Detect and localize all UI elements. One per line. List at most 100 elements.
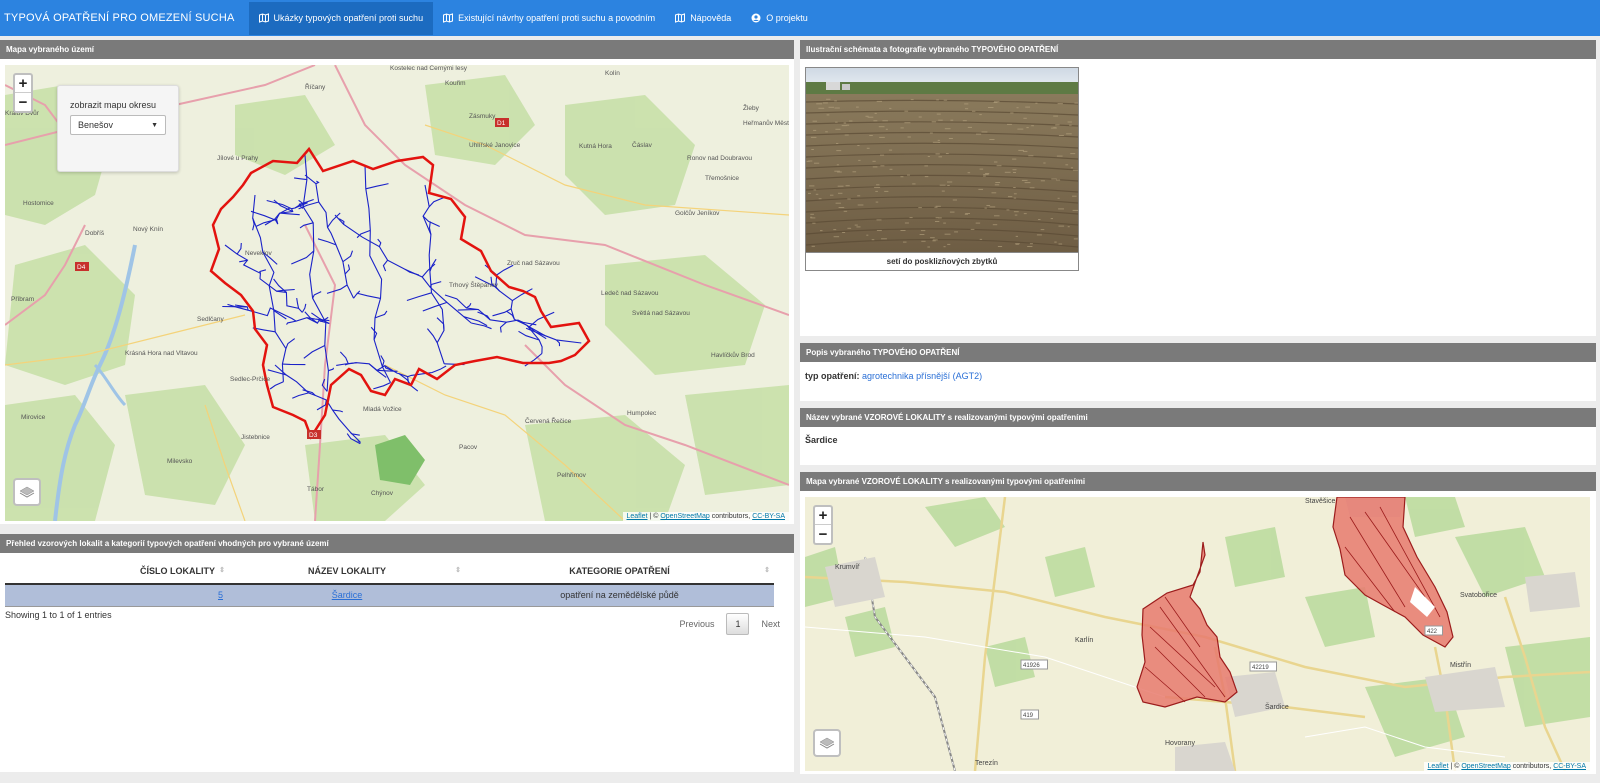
stubble-mark bbox=[1028, 155, 1034, 157]
stubble-mark bbox=[930, 237, 935, 239]
locality-number-link[interactable]: 5 bbox=[218, 590, 223, 600]
nav-item-label: Existující návrhy opatření proti suchu a… bbox=[458, 13, 656, 23]
stubble-mark bbox=[903, 241, 907, 243]
stubble-mark bbox=[857, 145, 860, 146]
stubble-mark bbox=[1040, 229, 1045, 231]
stubble-mark bbox=[1008, 196, 1013, 198]
stubble-mark bbox=[834, 100, 837, 102]
stubble-mark bbox=[866, 234, 869, 236]
locality-name-value: Šardice bbox=[805, 435, 838, 445]
measure-type-value[interactable]: agrotechnika přísnější (AGT2) bbox=[862, 371, 982, 381]
stubble-mark bbox=[833, 229, 837, 231]
stubble-mark bbox=[918, 207, 922, 209]
place-label: 422 bbox=[1427, 629, 1438, 635]
stubble-mark bbox=[989, 139, 995, 140]
place-label: Humpolec bbox=[627, 410, 657, 417]
stubble-mark bbox=[865, 115, 869, 117]
river bbox=[484, 264, 543, 354]
stubble-mark bbox=[941, 190, 945, 192]
stubble-mark bbox=[975, 222, 981, 224]
nav-item-o-projektu[interactable]: O projektu bbox=[741, 2, 818, 35]
app-brand[interactable]: TYPOVÁ OPATŘENÍ PRO OMEZENÍ SUCHA bbox=[0, 2, 249, 35]
place-label: Krásná Hora nad Vltavou bbox=[125, 350, 198, 357]
river bbox=[304, 174, 355, 299]
stubble-mark bbox=[871, 239, 875, 241]
measure-photo[interactable] bbox=[806, 68, 1078, 252]
license-link[interactable]: CC-BY-SA bbox=[1553, 763, 1586, 770]
stubble-mark bbox=[811, 245, 815, 247]
stubble-mark bbox=[984, 207, 987, 209]
stubble-mark bbox=[838, 192, 843, 194]
stubble-mark bbox=[986, 205, 991, 206]
river-branch bbox=[276, 288, 295, 292]
osm-link[interactable]: OpenStreetMap bbox=[1461, 763, 1510, 770]
stubble-mark bbox=[1067, 121, 1072, 123]
zoom-in-button[interactable]: + bbox=[815, 507, 831, 525]
stubble-mark bbox=[1069, 124, 1072, 126]
stubble-mark bbox=[1073, 238, 1078, 240]
place-label: D4 bbox=[77, 264, 86, 271]
stubble-mark bbox=[1058, 208, 1064, 210]
previous-button[interactable]: Previous bbox=[671, 613, 722, 635]
attribution-contrib: contributors, bbox=[1510, 763, 1554, 770]
leaflet-link[interactable]: Leaflet bbox=[627, 513, 648, 520]
river-branch bbox=[499, 321, 507, 333]
stubble-mark bbox=[874, 186, 881, 188]
page-button-1[interactable]: 1 bbox=[726, 613, 750, 635]
nav-item-navrhy[interactable]: Existující návrhy opatření proti suchu a… bbox=[433, 2, 665, 35]
district-select[interactable]: Benešov ▼ bbox=[70, 115, 166, 135]
stubble-mark bbox=[945, 153, 949, 154]
map-panel-title: Mapa vybraného území bbox=[0, 40, 794, 59]
nav-item-ukazky[interactable]: Ukázky typových opatření proti suchu bbox=[248, 1, 434, 35]
stubble-mark bbox=[830, 194, 834, 196]
zoom-out-button[interactable]: − bbox=[15, 93, 31, 111]
column-header-kategorie[interactable]: KATEGORIE OPATŘENÍ ⇕ bbox=[465, 558, 774, 585]
column-header-cislo[interactable]: ČÍSLO LOKALITY ⇕ bbox=[5, 558, 229, 585]
stubble-mark bbox=[837, 171, 842, 173]
stubble-mark bbox=[1017, 128, 1024, 130]
stubble-mark bbox=[950, 119, 954, 121]
zoom-out-button[interactable]: − bbox=[815, 525, 831, 543]
stubble-mark bbox=[1051, 178, 1057, 180]
region-map[interactable]: Říčany Kostelec nad Černými lesy Kouřim Kol… bbox=[5, 65, 789, 521]
river-branch bbox=[428, 196, 447, 208]
locality-map-canvas[interactable]: Krumvíř Stavěšice Svatobořice Karlín Mistřín… bbox=[805, 497, 1590, 771]
stubble-mark bbox=[1074, 102, 1078, 104]
next-button[interactable]: Next bbox=[753, 613, 788, 635]
layers-button[interactable] bbox=[13, 478, 41, 506]
place-label: D3 bbox=[309, 432, 318, 439]
place-label: Sedlec-Prčice bbox=[230, 376, 270, 383]
stubble-mark bbox=[1012, 169, 1017, 171]
locality-name-link[interactable]: Šardice bbox=[332, 590, 363, 600]
stubble-mark bbox=[878, 126, 885, 128]
place-label: Dobříš bbox=[85, 230, 105, 237]
stubble-mark bbox=[846, 124, 850, 126]
license-link[interactable]: CC-BY-SA bbox=[752, 513, 785, 520]
river-branch bbox=[327, 212, 341, 228]
locality-map[interactable]: Krumvíř Stavěšice Svatobořice Karlín Mistřín… bbox=[805, 497, 1590, 771]
stubble-mark bbox=[904, 222, 909, 224]
zoom-in-button[interactable]: + bbox=[15, 75, 31, 93]
nav-item-napoveda[interactable]: Nápověda bbox=[665, 2, 741, 35]
table-info: Showing 1 to 1 of 1 entries bbox=[5, 610, 112, 620]
stubble-mark bbox=[924, 165, 928, 167]
map-attribution: Leaflet | © OpenStreetMap contributors, … bbox=[622, 512, 789, 521]
stubble-mark bbox=[1013, 211, 1019, 213]
stubble-mark bbox=[1055, 179, 1061, 181]
leaflet-link[interactable]: Leaflet bbox=[1428, 763, 1449, 770]
stubble-mark bbox=[820, 230, 823, 232]
stubble-mark bbox=[837, 185, 844, 187]
table-row[interactable]: 5 Šardice opatření na zemědělské půdě bbox=[5, 584, 774, 607]
river-branch bbox=[312, 291, 322, 299]
stubble-mark bbox=[854, 224, 858, 226]
river-branch bbox=[303, 345, 326, 359]
osm-link[interactable]: OpenStreetMap bbox=[660, 513, 709, 520]
stubble-mark bbox=[927, 156, 930, 157]
river-branch bbox=[282, 363, 306, 366]
table-panel-title: Přehled vzorových lokalit a kategorií ty… bbox=[0, 534, 794, 553]
column-header-nazev[interactable]: NÁZEV LOKALITY ⇕ bbox=[229, 558, 465, 585]
place-label: 41926 bbox=[1023, 663, 1040, 669]
stubble-mark bbox=[847, 198, 851, 200]
layers-button[interactable] bbox=[813, 729, 841, 757]
river-branch bbox=[339, 351, 349, 365]
